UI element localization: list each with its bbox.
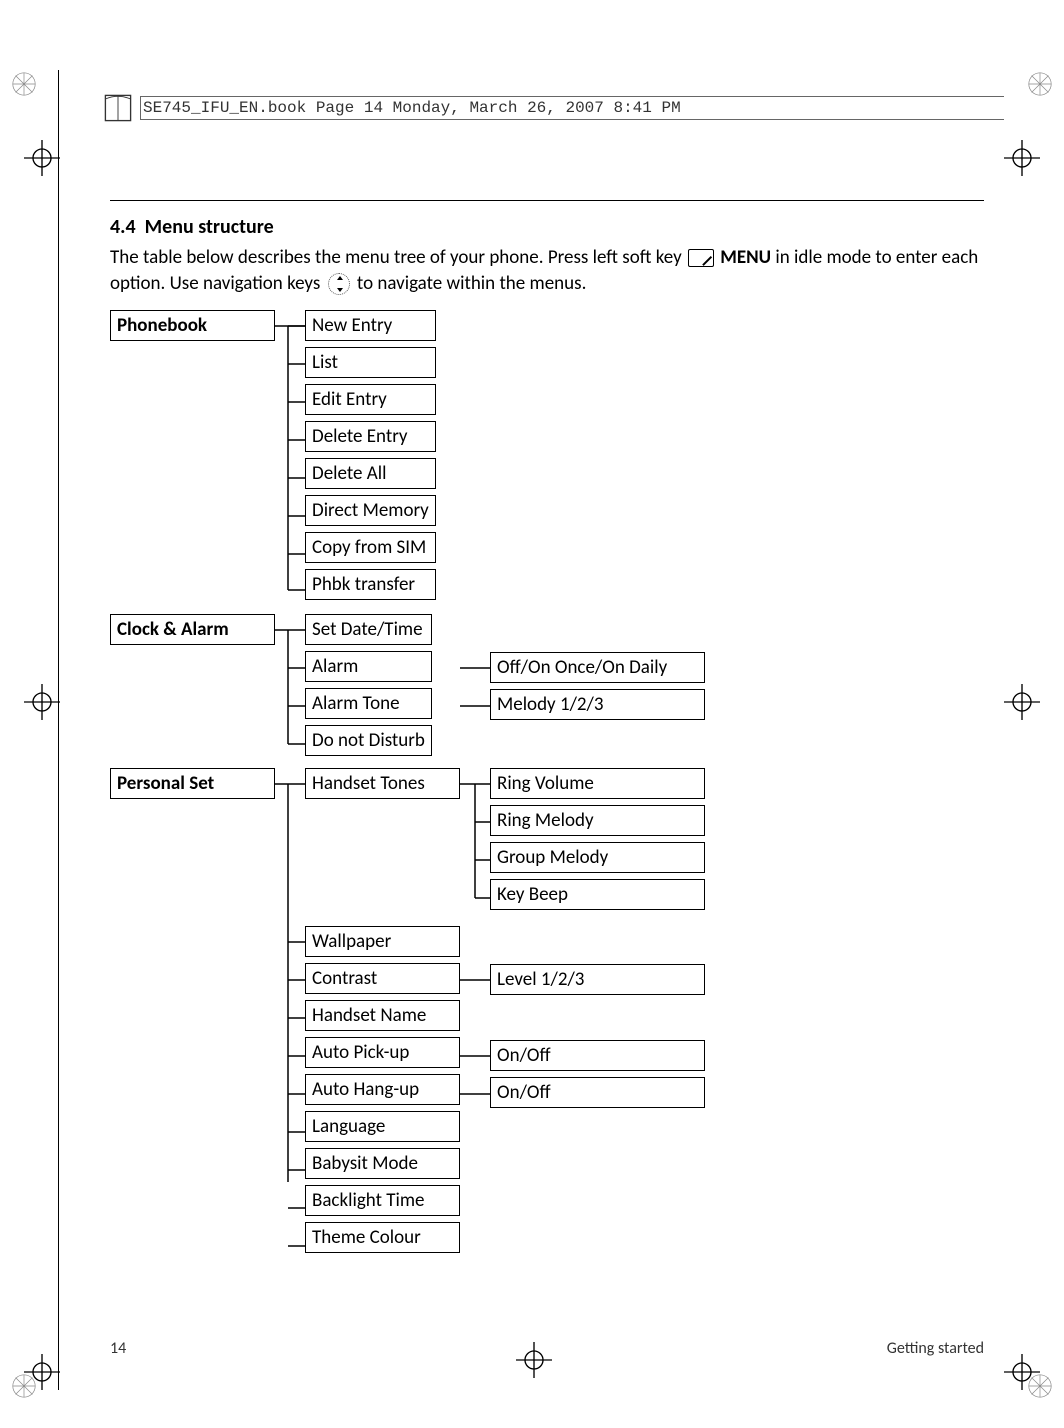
menu-item: List — [305, 347, 436, 378]
content-rule — [110, 200, 984, 201]
menu-item: Phbk transfer — [305, 569, 436, 600]
menu-item: Auto Hang-up — [305, 1074, 460, 1105]
intro-paragraph: The table below describes the menu tree … — [110, 245, 984, 296]
menu-item: Theme Colour — [305, 1222, 460, 1253]
navigation-key-icon — [328, 273, 350, 295]
menu-sub-item: On/Off — [490, 1040, 705, 1071]
menu-item: Alarm — [305, 651, 432, 682]
menu-item: Alarm Tone — [305, 688, 432, 719]
menu-sub-item: Key Beep — [490, 879, 705, 910]
menu-sub-item: Off/On Once/On Daily — [490, 652, 705, 683]
registration-mark-icon — [24, 140, 60, 176]
trim-line — [0, 0, 1, 1200]
menu-item: Backlight Time — [305, 1185, 460, 1216]
framemaker-header: SE745_IFU_EN.book Page 14 Monday, March … — [100, 90, 1004, 126]
registration-mark-icon — [1004, 684, 1040, 720]
registration-mark-icon — [1004, 140, 1040, 176]
book-icon — [100, 90, 136, 126]
menu-sub-item: Level 1/2/3 — [490, 964, 705, 995]
menu-item: Babysit Mode — [305, 1148, 460, 1179]
registration-mark-icon — [1004, 1354, 1040, 1390]
menu-item: Do not Disturb — [305, 725, 432, 756]
crop-line — [58, 70, 59, 1390]
print-registration-corner — [1026, 70, 1054, 98]
menu-item: Set Date/Time — [305, 614, 432, 645]
menu-sub-item: Ring Melody — [490, 805, 705, 836]
menu-personal-set: Personal Set — [110, 768, 275, 799]
menu-item: Handset Tones — [305, 768, 460, 799]
page-footer: 14 Getting started — [110, 1339, 984, 1358]
menu-clock-alarm: Clock & Alarm — [110, 614, 275, 645]
menu-sub-item: Melody 1/2/3 — [490, 689, 705, 720]
page-content: 4.4 Menu structure The table below descr… — [110, 200, 984, 310]
menu-item: Direct Memory — [305, 495, 436, 526]
menu-item: Copy from SIM — [305, 532, 436, 563]
menu-item: New Entry — [305, 310, 436, 341]
menu-item: Language — [305, 1111, 460, 1142]
footer-section-name: Getting started — [887, 1339, 984, 1358]
header-filename: SE745_IFU_EN.book Page 14 Monday, March … — [143, 99, 681, 117]
menu-item: Auto Pick-up — [305, 1037, 460, 1068]
menu-item: Delete All — [305, 458, 436, 489]
registration-mark-icon — [24, 684, 60, 720]
menu-item: Handset Name — [305, 1000, 460, 1031]
menu-sub-item: On/Off — [490, 1077, 705, 1108]
menu-item: Delete Entry — [305, 421, 436, 452]
page-number: 14 — [110, 1339, 126, 1358]
registration-mark-icon — [24, 1354, 60, 1390]
menu-sub-item: Ring Volume — [490, 768, 705, 799]
menu-item: Contrast — [305, 963, 460, 994]
menu-sub-item: Group Melody — [490, 842, 705, 873]
menu-item: Edit Entry — [305, 384, 436, 415]
print-registration-corner — [10, 70, 38, 98]
soft-key-icon — [688, 249, 714, 267]
section-heading: 4.4 Menu structure — [110, 215, 984, 239]
menu-item: Wallpaper — [305, 926, 460, 957]
menu-phonebook: Phonebook — [110, 310, 275, 341]
